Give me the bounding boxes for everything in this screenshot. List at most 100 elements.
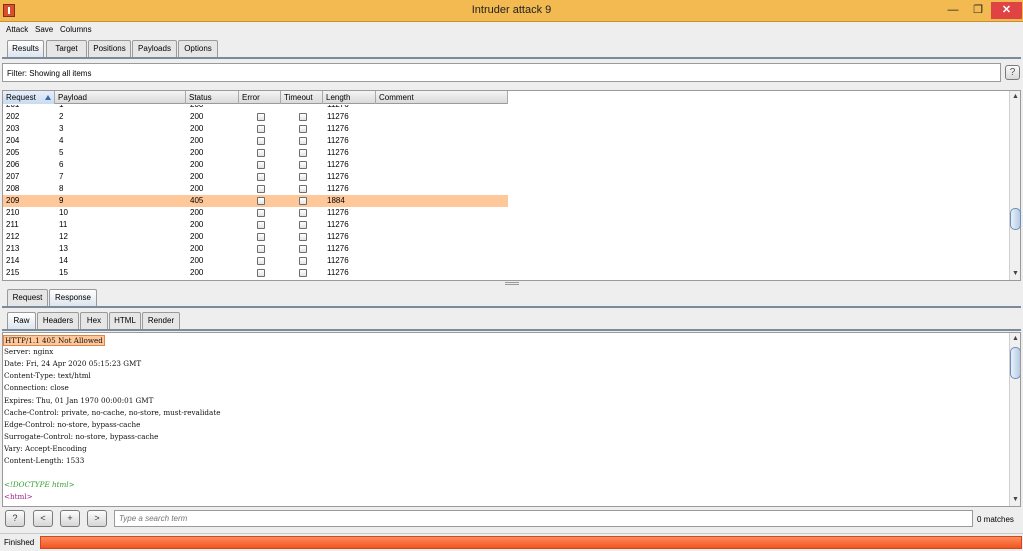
column-header-payload[interactable]: Payload	[55, 91, 186, 104]
tab-hex[interactable]: Hex	[80, 312, 108, 329]
status-bar: Finished	[0, 533, 1023, 551]
column-header-timeout[interactable]: Timeout	[281, 91, 323, 104]
cell-length: 11276	[327, 148, 349, 157]
cell-status: 200	[190, 220, 204, 229]
column-header-status[interactable]: Status	[186, 91, 239, 104]
cell-length: 11276	[327, 136, 349, 145]
error-checkbox	[257, 245, 265, 253]
error-checkbox	[257, 113, 265, 121]
cell-request: 215	[6, 268, 20, 277]
tab-html[interactable]: HTML	[109, 312, 141, 329]
search-next-button[interactable]: >	[87, 510, 107, 527]
tab-render[interactable]: Render	[142, 312, 180, 329]
tab-results[interactable]: Results	[7, 40, 44, 57]
scroll-thumb[interactable]	[1010, 208, 1021, 230]
results-table-body: Request Payload Status Error Timeout Len…	[3, 91, 508, 280]
tab-positions[interactable]: Positions	[88, 40, 131, 57]
filter-text: Filter: Showing all items	[7, 69, 92, 78]
search-previous-button[interactable]: <	[33, 510, 53, 527]
response-scroll-down-icon[interactable]: ▼	[1011, 495, 1020, 505]
cell-request: 202	[6, 112, 20, 121]
menu-bar: Attack Save Columns	[0, 23, 1023, 37]
table-row[interactable]: 208 8 200 11276	[3, 183, 508, 195]
timeout-checkbox	[299, 149, 307, 157]
cell-status: 200	[190, 136, 204, 145]
filter-bar[interactable]: Filter: Showing all items	[2, 63, 1001, 82]
error-checkbox	[257, 269, 265, 277]
menu-columns[interactable]: Columns	[60, 25, 92, 34]
cell-status: 200	[190, 124, 204, 133]
table-row[interactable]: 203 3 200 11276	[3, 123, 508, 135]
cell-status: 200	[190, 208, 204, 217]
table-row[interactable]: 204 4 200 11276	[3, 135, 508, 147]
timeout-checkbox	[299, 257, 307, 265]
cell-payload: 11	[59, 220, 68, 229]
response-header-line: Surrogate-Control: no-store, bypass-cach…	[4, 431, 159, 441]
table-row[interactable]: 212 12 200 11276	[3, 231, 508, 243]
table-row[interactable]: 213 13 200 11276	[3, 243, 508, 255]
column-header-length[interactable]: Length	[323, 91, 376, 104]
search-bar: ? < + > 0 matches	[0, 507, 1023, 531]
tab-response[interactable]: Response	[49, 289, 97, 306]
intruder-window: Intruder attack 9 — ❐ ✕ Attack Save Colu…	[0, 0, 1023, 551]
tab-request[interactable]: Request	[7, 289, 48, 306]
cell-request: 210	[6, 208, 20, 217]
response-html-tag-line: <html>	[4, 492, 33, 502]
table-row[interactable]: 206 6 200 11276	[3, 159, 508, 171]
scroll-down-icon[interactable]: ▼	[1011, 269, 1020, 279]
minimize-button[interactable]: —	[942, 2, 964, 19]
table-row[interactable]: 207 7 200 11276	[3, 171, 508, 183]
close-button[interactable]: ✕	[991, 2, 1022, 19]
search-matches-count: 0 matches	[977, 515, 1014, 524]
timeout-checkbox	[299, 245, 307, 253]
table-row[interactable]: 215 15 200 11276	[3, 267, 508, 279]
tab-payloads[interactable]: Payloads	[132, 40, 177, 57]
response-scroll-thumb[interactable]	[1010, 347, 1020, 379]
column-header-request-label: Request	[6, 93, 36, 102]
table-row[interactable]: 202 2 200 11276	[3, 111, 508, 123]
tab-target[interactable]: Target	[46, 40, 87, 57]
menu-attack[interactable]: Attack	[6, 25, 28, 34]
cell-payload: 13	[59, 244, 68, 253]
response-scroll-up-icon[interactable]: ▲	[1011, 334, 1020, 344]
search-add-button[interactable]: +	[60, 510, 80, 527]
error-checkbox	[257, 257, 265, 265]
table-row[interactable]: 209 9 405 1884	[3, 195, 508, 207]
timeout-checkbox	[299, 173, 307, 181]
table-row[interactable]: 205 5 200 11276	[3, 147, 508, 159]
cell-request: 213	[6, 244, 20, 253]
split-pane-handle[interactable]	[505, 282, 519, 285]
search-help-button[interactable]: ?	[5, 510, 25, 527]
column-header-comment[interactable]: Comment	[376, 91, 508, 104]
search-input[interactable]	[114, 510, 973, 527]
response-header-line: Edge-Control: no-store, bypass-cache	[4, 419, 141, 429]
column-header-request[interactable]: Request	[3, 91, 55, 104]
tab-raw[interactable]: Raw	[7, 312, 36, 329]
menu-save[interactable]: Save	[35, 25, 53, 34]
cell-length: 11276	[327, 112, 349, 121]
cell-length: 11276	[327, 208, 349, 217]
response-header-line: Vary: Accept-Encoding	[4, 443, 87, 453]
table-scrollbar[interactable]: ▲ ▼	[1009, 91, 1021, 280]
cell-length: 11276	[327, 256, 349, 265]
response-raw-viewer[interactable]: HTTP/1.1 405 Not Allowed ▲ ▼ Server: ngi…	[2, 332, 1021, 507]
title-bar: Intruder attack 9 — ❐ ✕	[0, 0, 1023, 22]
response-scrollbar[interactable]: ▲ ▼	[1009, 333, 1020, 506]
cell-status: 200	[190, 256, 204, 265]
table-row[interactable]: 214 14 200 11276	[3, 255, 508, 267]
cell-length: 11276	[327, 220, 349, 229]
cell-status: 200	[190, 232, 204, 241]
error-checkbox	[257, 149, 265, 157]
maximize-button[interactable]: ❐	[967, 2, 989, 19]
filter-help-button[interactable]: ?	[1005, 65, 1020, 80]
tab-headers[interactable]: Headers	[37, 312, 79, 329]
scroll-up-icon[interactable]: ▲	[1011, 92, 1020, 102]
column-header-error[interactable]: Error	[239, 91, 281, 104]
timeout-checkbox	[299, 233, 307, 241]
cell-length: 11276	[327, 268, 349, 277]
results-table: Request Payload Status Error Timeout Len…	[2, 90, 1021, 281]
cell-payload: 14	[59, 256, 68, 265]
table-row[interactable]: 210 10 200 11276	[3, 207, 508, 219]
tab-options[interactable]: Options	[178, 40, 218, 57]
table-row[interactable]: 211 11 200 11276	[3, 219, 508, 231]
